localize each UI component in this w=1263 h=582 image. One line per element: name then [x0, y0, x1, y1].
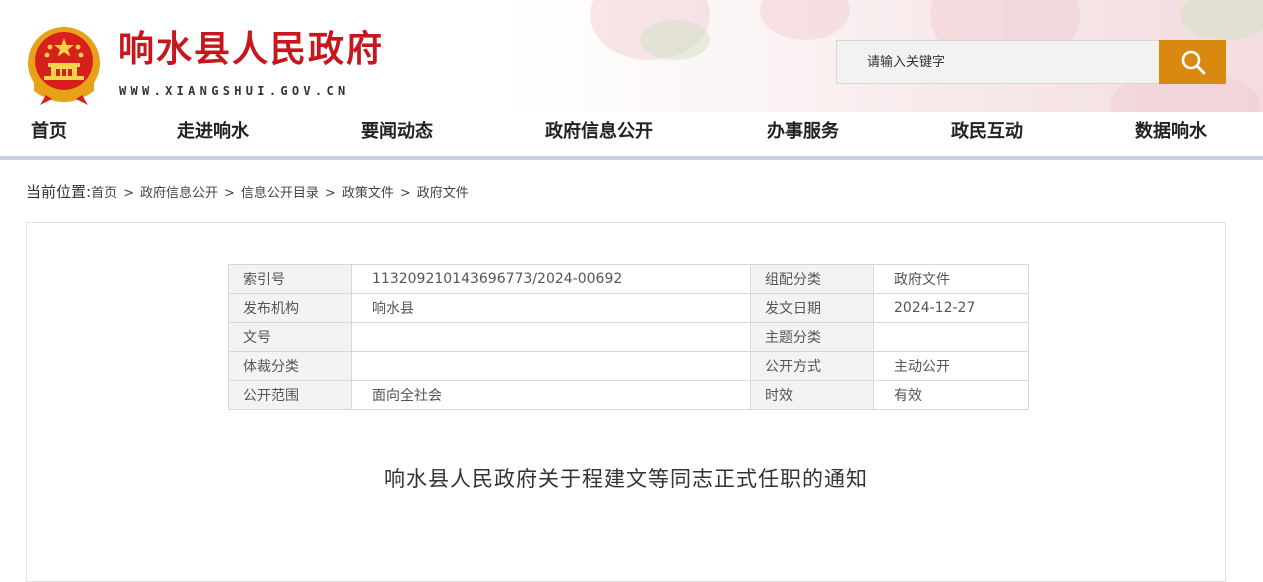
meta-label-category: 组配分类	[750, 264, 874, 294]
document-title: 响水县人民政府关于程建文等同志正式任职的通知	[384, 467, 868, 491]
decorative-leaf	[1180, 0, 1263, 40]
breadcrumb-label: 当前位置:	[26, 183, 92, 201]
nav-item-info-disclosure[interactable]: 政府信息公开	[545, 112, 653, 152]
table-row: 体裁分类 公开方式 主动公开	[228, 351, 1029, 381]
nav-item-news[interactable]: 要闻动态	[361, 112, 433, 152]
nav-item-services[interactable]: 办事服务	[767, 112, 839, 152]
meta-value-genre	[351, 351, 751, 381]
search-button[interactable]	[1159, 40, 1226, 84]
meta-value-validity: 有效	[873, 380, 1029, 410]
table-row: 文号 主题分类	[228, 322, 1029, 352]
document-meta-table: 索引号 113209210143696773/2024-00692 组配分类 政…	[228, 264, 1029, 410]
meta-label-index-no: 索引号	[228, 264, 352, 294]
meta-label-doc-number: 文号	[228, 322, 352, 352]
site-title[interactable]: 响水县人民政府	[118, 28, 384, 72]
breadcrumb-link-home[interactable]: 首页	[91, 186, 117, 201]
meta-label-topic: 主题分类	[750, 322, 874, 352]
meta-label-issue-date: 发文日期	[750, 293, 874, 323]
search-input[interactable]	[836, 40, 1159, 84]
site-header: 响水县人民政府 WWW.XIANGSHUI.GOV.CN	[0, 0, 1263, 112]
meta-value-category: 政府文件	[873, 264, 1029, 294]
nav-divider	[0, 156, 1263, 160]
breadcrumb-separator: >	[224, 186, 235, 201]
search-icon	[1181, 50, 1205, 75]
site-url: WWW.XIANGSHUI.GOV.CN	[119, 84, 350, 98]
meta-value-doc-number	[351, 322, 751, 352]
meta-value-index-no: 113209210143696773/2024-00692	[351, 264, 751, 294]
meta-label-genre: 体裁分类	[228, 351, 352, 381]
nav-item-data[interactable]: 数据响水	[1135, 112, 1207, 152]
meta-label-disclosure-method: 公开方式	[750, 351, 874, 381]
meta-value-scope: 面向全社会	[351, 380, 751, 410]
meta-value-publisher: 响水县	[351, 293, 751, 323]
table-row: 公开范围 面向全社会 时效 有效	[228, 380, 1029, 410]
meta-label-validity: 时效	[750, 380, 874, 410]
meta-label-publisher: 发布机构	[228, 293, 352, 323]
nav-item-interaction[interactable]: 政民互动	[951, 112, 1023, 152]
breadcrumb-separator: >	[123, 186, 134, 201]
meta-value-topic	[873, 322, 1029, 352]
breadcrumb-link-catalog[interactable]: 信息公开目录	[241, 186, 319, 201]
breadcrumb-link-info-disclosure[interactable]: 政府信息公开	[140, 186, 218, 201]
meta-value-disclosure-method: 主动公开	[873, 351, 1029, 381]
nav-item-home[interactable]: 首页	[31, 112, 67, 152]
decorative-blossom	[760, 0, 850, 40]
content-panel: 索引号 113209210143696773/2024-00692 组配分类 政…	[26, 222, 1226, 582]
decorative-leaf	[640, 20, 710, 60]
breadcrumb-link-policy[interactable]: 政策文件	[342, 186, 394, 201]
national-emblem-icon[interactable]	[26, 25, 102, 107]
meta-label-scope: 公开范围	[228, 380, 352, 410]
table-row: 发布机构 响水县 发文日期 2024-12-27	[228, 293, 1029, 323]
meta-value-issue-date: 2024-12-27	[873, 293, 1029, 323]
main-nav: 首页 走进响水 要闻动态 政府信息公开 办事服务 政民互动 数据响水	[0, 112, 1263, 156]
breadcrumb-separator: >	[324, 186, 336, 201]
table-row: 索引号 113209210143696773/2024-00692 组配分类 政…	[228, 264, 1029, 294]
breadcrumb-separator: >	[399, 186, 411, 201]
nav-item-about[interactable]: 走进响水	[177, 112, 249, 152]
breadcrumb-link-gov-docs[interactable]: 政府文件	[417, 186, 469, 201]
breadcrumb: 当前位置:首页 > 政府信息公开 > 信息公开目录 > 政策文件 > 政府文件	[26, 180, 469, 204]
